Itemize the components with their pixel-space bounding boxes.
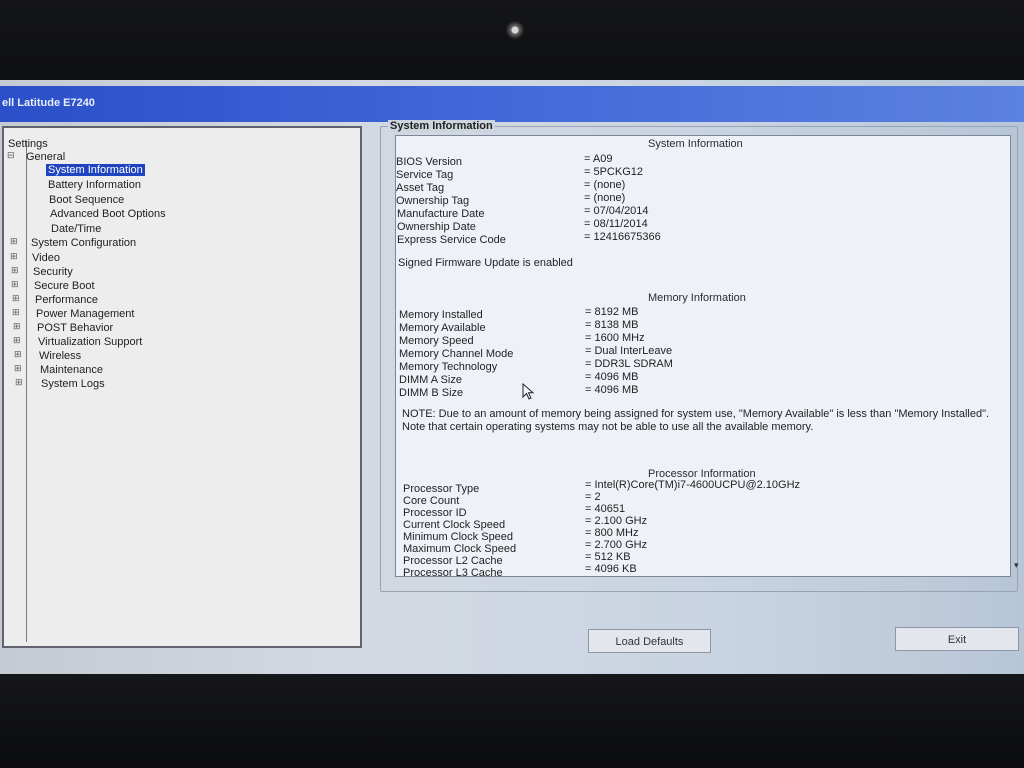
value-memory-installed: = 8192 MB	[585, 306, 639, 318]
tree-item-virtualization-support[interactable]: Virtualization Support	[38, 336, 142, 348]
tree-item-advanced-boot-options[interactable]: Advanced Boot Options	[50, 208, 166, 220]
label-memory-technology: Memory Technology	[399, 361, 498, 373]
tree-root-settings: Settings	[8, 138, 48, 150]
value-minimum-clock-speed: = 800 MHz	[585, 527, 639, 539]
value-processor-type: = Intel(R)Core(TM)i7-4600UCPU@2.10GHz	[585, 479, 801, 491]
label-minimum-clock-speed: Minimum Clock Speed	[403, 531, 514, 543]
memory-info-header: Memory Information	[648, 292, 746, 304]
bios-screen: ell Latitude E7240 Settings ⊟ General Sy…	[0, 80, 1024, 674]
tree-item-performance[interactable]: Performance	[35, 294, 98, 306]
value-memory-speed: = 1600 MHz	[585, 332, 645, 344]
value-service-tag: = 5PCKG12	[584, 166, 644, 178]
bezel-bottom	[0, 674, 1024, 768]
tree-item-boot-sequence[interactable]: Boot Sequence	[49, 194, 124, 206]
label-ownership-tag: Ownership Tag	[396, 195, 470, 207]
tree-item-secure-boot[interactable]: Secure Boot	[34, 280, 95, 292]
value-memory-channel-mode: = Dual InterLeave	[585, 345, 673, 357]
expand-icon[interactable]: ⊞	[13, 335, 21, 346]
label-current-clock-speed: Current Clock Speed	[403, 519, 506, 531]
mouse-pointer-icon	[522, 383, 535, 400]
system-info-header: System Information	[648, 138, 743, 150]
tree-item-maintenance[interactable]: Maintenance	[40, 364, 103, 376]
expand-icon[interactable]: ⊞	[10, 236, 18, 247]
expand-icon[interactable]: ⊞	[11, 279, 19, 290]
label-processor-l2-cache: Processor L2 Cache	[403, 555, 503, 567]
value-memory-available: = 8138 MB	[585, 319, 639, 331]
label-service-tag: Service Tag	[396, 169, 454, 181]
label-processor-type: Processor Type	[403, 483, 480, 495]
tree-item-date-time[interactable]: Date/Time	[51, 223, 101, 235]
window-title: ell Latitude E7240	[0, 86, 1024, 122]
tree-item-power-management[interactable]: Power Management	[36, 308, 134, 320]
settings-tree-panel: Settings ⊟ General System Information Ba…	[2, 126, 362, 648]
label-ownership-date: Ownership Date	[397, 221, 476, 233]
expand-icon[interactable]: ⊞	[12, 293, 20, 304]
label-core-count: Core Count	[403, 495, 460, 507]
value-express-service-code: = 12416675366	[584, 231, 661, 243]
tree-item-system-configuration[interactable]: System Configuration	[31, 237, 136, 249]
bezel-top	[0, 0, 1024, 80]
expand-icon[interactable]: ⊞	[12, 307, 20, 318]
memory-note: NOTE: Due to an amount of memory being a…	[402, 408, 990, 433]
tree-item-system-logs[interactable]: System Logs	[41, 378, 105, 390]
tree-item-system-information[interactable]: System Information	[46, 164, 145, 176]
frame-title: System Information	[388, 120, 495, 132]
tree-item-security[interactable]: Security	[33, 266, 73, 278]
expand-icon[interactable]: ⊞	[13, 321, 21, 332]
tree-item-general[interactable]: General	[26, 151, 65, 163]
label-memory-speed: Memory Speed	[399, 335, 474, 347]
label-express-service-code: Express Service Code	[397, 234, 506, 246]
exit-button[interactable]: Exit	[895, 627, 1019, 651]
expand-icon[interactable]: ⊞	[10, 251, 18, 262]
system-information-content[interactable]: System Information BIOS Version = A09 Se…	[395, 135, 1011, 577]
label-memory-installed: Memory Installed	[399, 309, 483, 321]
label-memory-available: Memory Available	[399, 322, 486, 334]
value-processor-l2-cache: = 512 KB	[585, 551, 631, 563]
expand-icon[interactable]: ⊞	[14, 363, 22, 374]
tree-item-battery-information[interactable]: Battery Information	[48, 179, 141, 191]
value-current-clock-speed: = 2.100 GHz	[585, 515, 648, 527]
expand-icon[interactable]: ⊞	[15, 377, 23, 388]
value-manufacture-date: = 07/04/2014	[584, 205, 649, 217]
value-dimm-b-size: = 4096 MB	[585, 384, 639, 396]
tree-item-wireless[interactable]: Wireless	[39, 350, 81, 362]
webcam-icon	[505, 20, 525, 40]
label-processor-l3-cache: Processor L3 Cache	[403, 567, 503, 577]
tree-item-post-behavior[interactable]: POST Behavior	[37, 322, 113, 334]
label-manufacture-date: Manufacture Date	[397, 208, 485, 220]
collapse-icon[interactable]: ⊟	[7, 150, 15, 161]
label-memory-channel-mode: Memory Channel Mode	[399, 348, 514, 360]
value-maximum-clock-speed: = 2.700 GHz	[585, 539, 648, 551]
value-dimm-a-size: = 4096 MB	[585, 371, 639, 383]
scroll-down-icon[interactable]: ▾	[1014, 560, 1022, 570]
expand-icon[interactable]: ⊞	[14, 349, 22, 360]
value-processor-l3-cache: = 4096 KB	[585, 563, 637, 575]
label-asset-tag: Asset Tag	[396, 182, 445, 194]
firmware-update-status: Signed Firmware Update is enabled	[398, 257, 573, 269]
label-processor-id: Processor ID	[403, 507, 467, 519]
value-ownership-tag: = (none)	[584, 192, 626, 204]
label-dimm-a-size: DIMM A Size	[399, 374, 462, 386]
value-bios-version: = A09	[584, 153, 613, 165]
label-maximum-clock-speed: Maximum Clock Speed	[403, 543, 517, 555]
value-memory-technology: = DDR3L SDRAM	[585, 358, 673, 370]
expand-icon[interactable]: ⊞	[11, 265, 19, 276]
label-bios-version: BIOS Version	[396, 156, 463, 168]
tree-item-video[interactable]: Video	[32, 252, 60, 264]
value-processor-id: = 40651	[585, 503, 626, 515]
value-asset-tag: = (none)	[584, 179, 626, 191]
load-defaults-button[interactable]: Load Defaults	[588, 629, 711, 653]
label-dimm-b-size: DIMM B Size	[399, 387, 464, 399]
value-core-count: = 2	[585, 491, 601, 503]
value-ownership-date: = 08/11/2014	[584, 218, 648, 230]
